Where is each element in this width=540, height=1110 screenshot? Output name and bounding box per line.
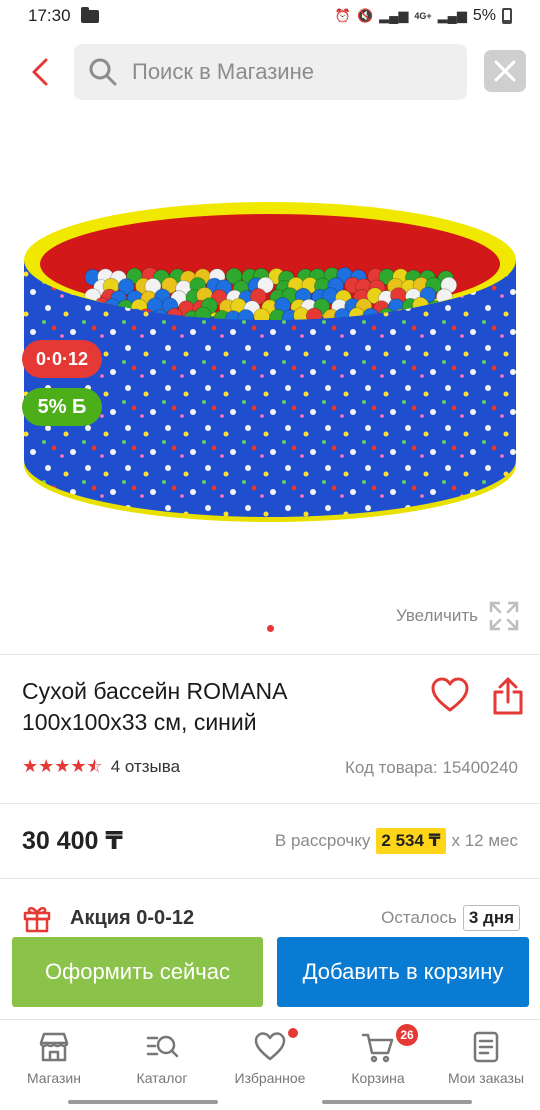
cart-count-badge: 26 <box>396 1024 418 1046</box>
nav-indicator <box>322 1100 472 1104</box>
reviews-count[interactable]: 4 отзыва <box>111 757 180 777</box>
battery-icon <box>502 8 512 24</box>
tab-orders[interactable]: Мои заказы <box>432 1020 540 1110</box>
nav-indicator <box>68 1100 218 1104</box>
signal-icon-2: ▂▄▆ <box>437 8 467 23</box>
favorites-notification-dot <box>288 1028 298 1038</box>
search-placeholder: Поиск в Магазине <box>132 59 314 84</box>
search-header: Поиск в Магазине <box>0 42 540 102</box>
divider <box>0 654 540 655</box>
installment-badge: 0·0·12 <box>22 340 102 378</box>
status-time: 17:30 <box>28 6 71 25</box>
installment-label: В рассрочку <box>274 831 371 850</box>
cart-icon <box>361 1033 394 1063</box>
status-bar: 17:30 ⏰ 🔇 ▂▄▆ 4G+ ▂▄▆ 5% <box>0 0 540 32</box>
share-icon <box>493 677 523 715</box>
chevron-left-icon <box>32 58 48 86</box>
rating-stars: ★★★★☆★ <box>22 756 103 776</box>
tab-cart[interactable]: 26 Корзина <box>324 1020 432 1110</box>
signal-icon: ▂▄▆ <box>379 8 409 23</box>
zoom-button[interactable]: Увеличить <box>396 600 520 632</box>
tab-catalog[interactable]: Каталог <box>108 1020 216 1110</box>
alarm-icon: ⏰ <box>334 8 351 23</box>
zoom-label: Увеличить <box>396 606 478 625</box>
expand-icon <box>489 601 519 631</box>
tab-label: Мои заказы <box>447 1070 525 1086</box>
share-button[interactable] <box>490 676 526 716</box>
buy-now-button[interactable]: Оформить сейчас <box>12 937 263 1007</box>
tab-label: Избранное <box>234 1070 306 1086</box>
bonus-badge: 5% Б <box>22 388 102 426</box>
tab-label: Корзина <box>351 1070 405 1086</box>
folder-icon <box>80 6 99 23</box>
installment-term: х 12 мес <box>451 831 519 850</box>
gift-icon <box>23 907 51 933</box>
promo-remaining-value: 3 дня <box>462 905 520 931</box>
search-input[interactable]: Поиск в Магазине <box>74 44 467 100</box>
mute-icon: 🔇 <box>356 8 374 23</box>
close-button[interactable] <box>484 50 526 92</box>
promo-label: Акция 0-0-12 <box>70 906 195 929</box>
product-title: Сухой бассейн ROMANA 100х100х33 см, сини… <box>22 678 287 735</box>
installment-amount: 2 534 ₸ <box>376 828 446 854</box>
add-to-cart-button[interactable]: Добавить в корзину <box>277 937 529 1007</box>
tab-label: Каталог <box>136 1070 188 1086</box>
network-type: 4G+ <box>414 11 432 21</box>
product-rating[interactable]: ★★★★☆★ 4 отзыва <box>22 756 180 777</box>
divider <box>0 878 540 879</box>
bottom-tab-bar: Магазин Каталог Избранное 26 Корзина Мои… <box>0 1019 540 1110</box>
tab-store[interactable]: Магазин <box>0 1020 108 1110</box>
battery-percent: 5% <box>472 7 496 24</box>
favorite-button[interactable] <box>430 676 470 716</box>
orders-icon <box>473 1031 499 1063</box>
promo-remaining-label: Осталось <box>381 908 457 927</box>
promo-row[interactable]: Акция 0-0-12 Осталось 3 дня <box>22 900 520 936</box>
heart-icon <box>431 677 469 712</box>
back-button[interactable] <box>22 52 58 92</box>
search-icon <box>89 58 117 86</box>
catalog-search-icon <box>146 1035 179 1058</box>
product-sku: Код товара: 15400240 <box>345 758 518 777</box>
heart-icon <box>254 1032 286 1061</box>
divider <box>0 803 540 804</box>
close-icon <box>494 60 516 82</box>
tab-label: Магазин <box>26 1070 81 1086</box>
tab-favorites[interactable]: Избранное <box>216 1020 324 1110</box>
installment-info[interactable]: В рассрочку 2 534 ₸ х 12 мес <box>275 828 518 854</box>
product-price: 30 400 ₸ <box>22 827 123 855</box>
gallery-dot-indicator <box>267 625 274 632</box>
store-icon <box>39 1032 69 1062</box>
